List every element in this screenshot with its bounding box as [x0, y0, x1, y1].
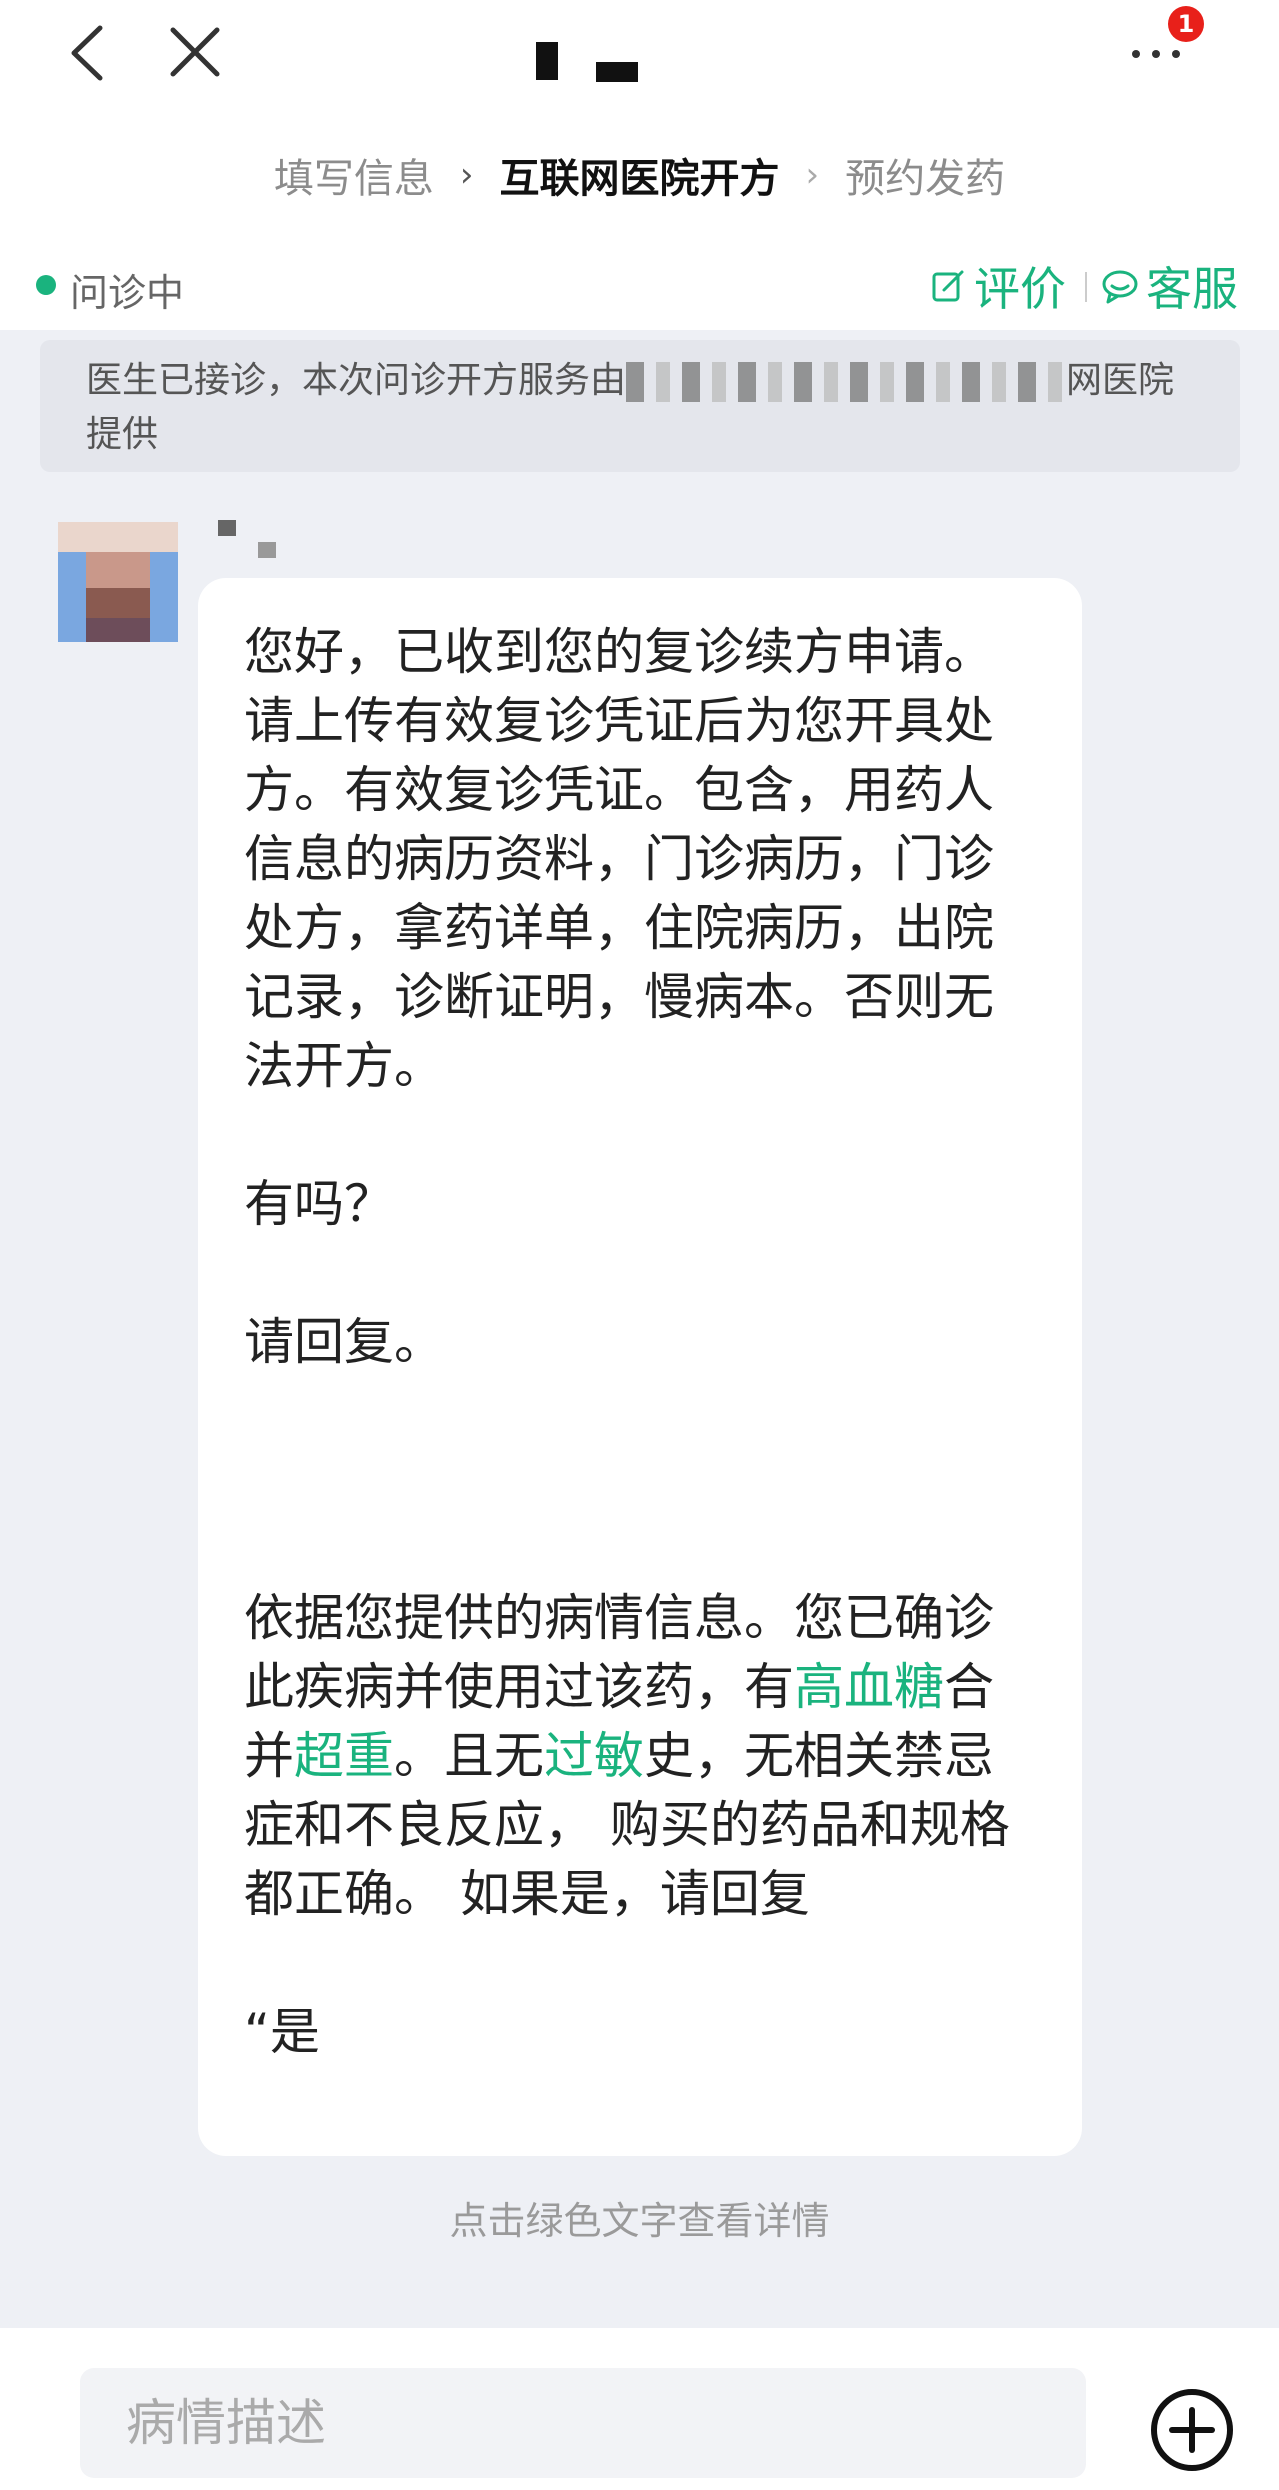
- consult-status-row: 问诊中 评价 客服: [0, 250, 1279, 320]
- back-button[interactable]: [60, 18, 120, 88]
- plus-circle-icon: [1151, 2389, 1233, 2471]
- chevron-right-icon: ›: [805, 155, 820, 195]
- more-icon-dot: [1152, 50, 1160, 58]
- step-dispense: 预约发药: [845, 156, 1006, 202]
- rate-button[interactable]: 评价: [930, 256, 1066, 316]
- page-title-redacted: [536, 42, 646, 84]
- close-icon: [170, 27, 220, 77]
- chat-page: 1 填写信息 › 互联网医院开方 › 预约发药 问诊中 评价 客服 医生已接诊，…: [0, 0, 1279, 2490]
- link-overweight[interactable]: 超重: [294, 1727, 394, 1785]
- more-icon: [1132, 50, 1140, 58]
- step-fill-info: 填写信息: [273, 156, 434, 202]
- notice-text-before: 医生已接诊，本次问诊开方服务由: [86, 360, 627, 401]
- divider: [1085, 272, 1087, 302]
- top-bar: 1 填写信息 › 互联网医院开方 › 预约发药 问诊中 评价 客服: [0, 0, 1279, 330]
- notification-badge: 1: [1168, 6, 1204, 42]
- chevron-right-icon: ›: [459, 155, 474, 195]
- doctor-name-redacted: [218, 520, 298, 560]
- step-prescription: 互联网医院开方: [499, 156, 780, 202]
- redacted-hospital-name: [626, 362, 1067, 402]
- doctor-message-bubble: 您好，已收到您的复诊续方申请。请上传有效复诊凭证后为您开具处方。有效复诊凭证。包…: [198, 578, 1082, 2156]
- avatar-pixel: [58, 552, 86, 642]
- message-paragraph: 请回复。: [244, 1313, 444, 1371]
- message-paragraph: 依据您提供的病情信息。您已确诊此疾病并使用过该药，有高血糖合并超重。且无过敏史，…: [244, 1584, 1034, 1929]
- status-dot-icon: [36, 275, 56, 295]
- link-allergy[interactable]: 过敏: [544, 1727, 644, 1785]
- edit-icon: [932, 270, 964, 302]
- message-paragraph: 您好，已收到您的复诊续方申请。请上传有效复诊凭证后为您开具处方。有效复诊凭证。包…: [244, 623, 994, 1095]
- rate-label: 评价: [974, 262, 1066, 316]
- customer-service-button[interactable]: 客服: [1100, 256, 1238, 316]
- message-text: 。且无: [394, 1727, 544, 1785]
- green-text-hint: 点击绿色文字查看详情: [449, 2199, 830, 2243]
- doctor-avatar[interactable]: [58, 522, 178, 642]
- chat-bubble-icon: [1102, 270, 1138, 304]
- progress-steps: 填写信息 › 互联网医院开方 › 预约发药: [0, 140, 1279, 210]
- close-button[interactable]: [165, 20, 225, 85]
- avatar-pixel: [150, 552, 178, 642]
- back-icon: [71, 25, 103, 81]
- system-notice: 医生已接诊，本次问诊开方服务由 网医院提供: [40, 340, 1240, 472]
- symptom-input[interactable]: [80, 2368, 1086, 2478]
- message-paragraph: 有吗？: [244, 1175, 394, 1233]
- add-button[interactable]: [1150, 2388, 1234, 2472]
- input-bar: [0, 2328, 1279, 2490]
- status-text: 问诊中: [70, 271, 185, 315]
- message-paragraph: “是: [244, 2003, 320, 2061]
- link-high-blood-sugar[interactable]: 高血糖: [794, 1658, 944, 1716]
- service-label: 客服: [1146, 262, 1238, 316]
- more-icon-dot: [1172, 50, 1180, 58]
